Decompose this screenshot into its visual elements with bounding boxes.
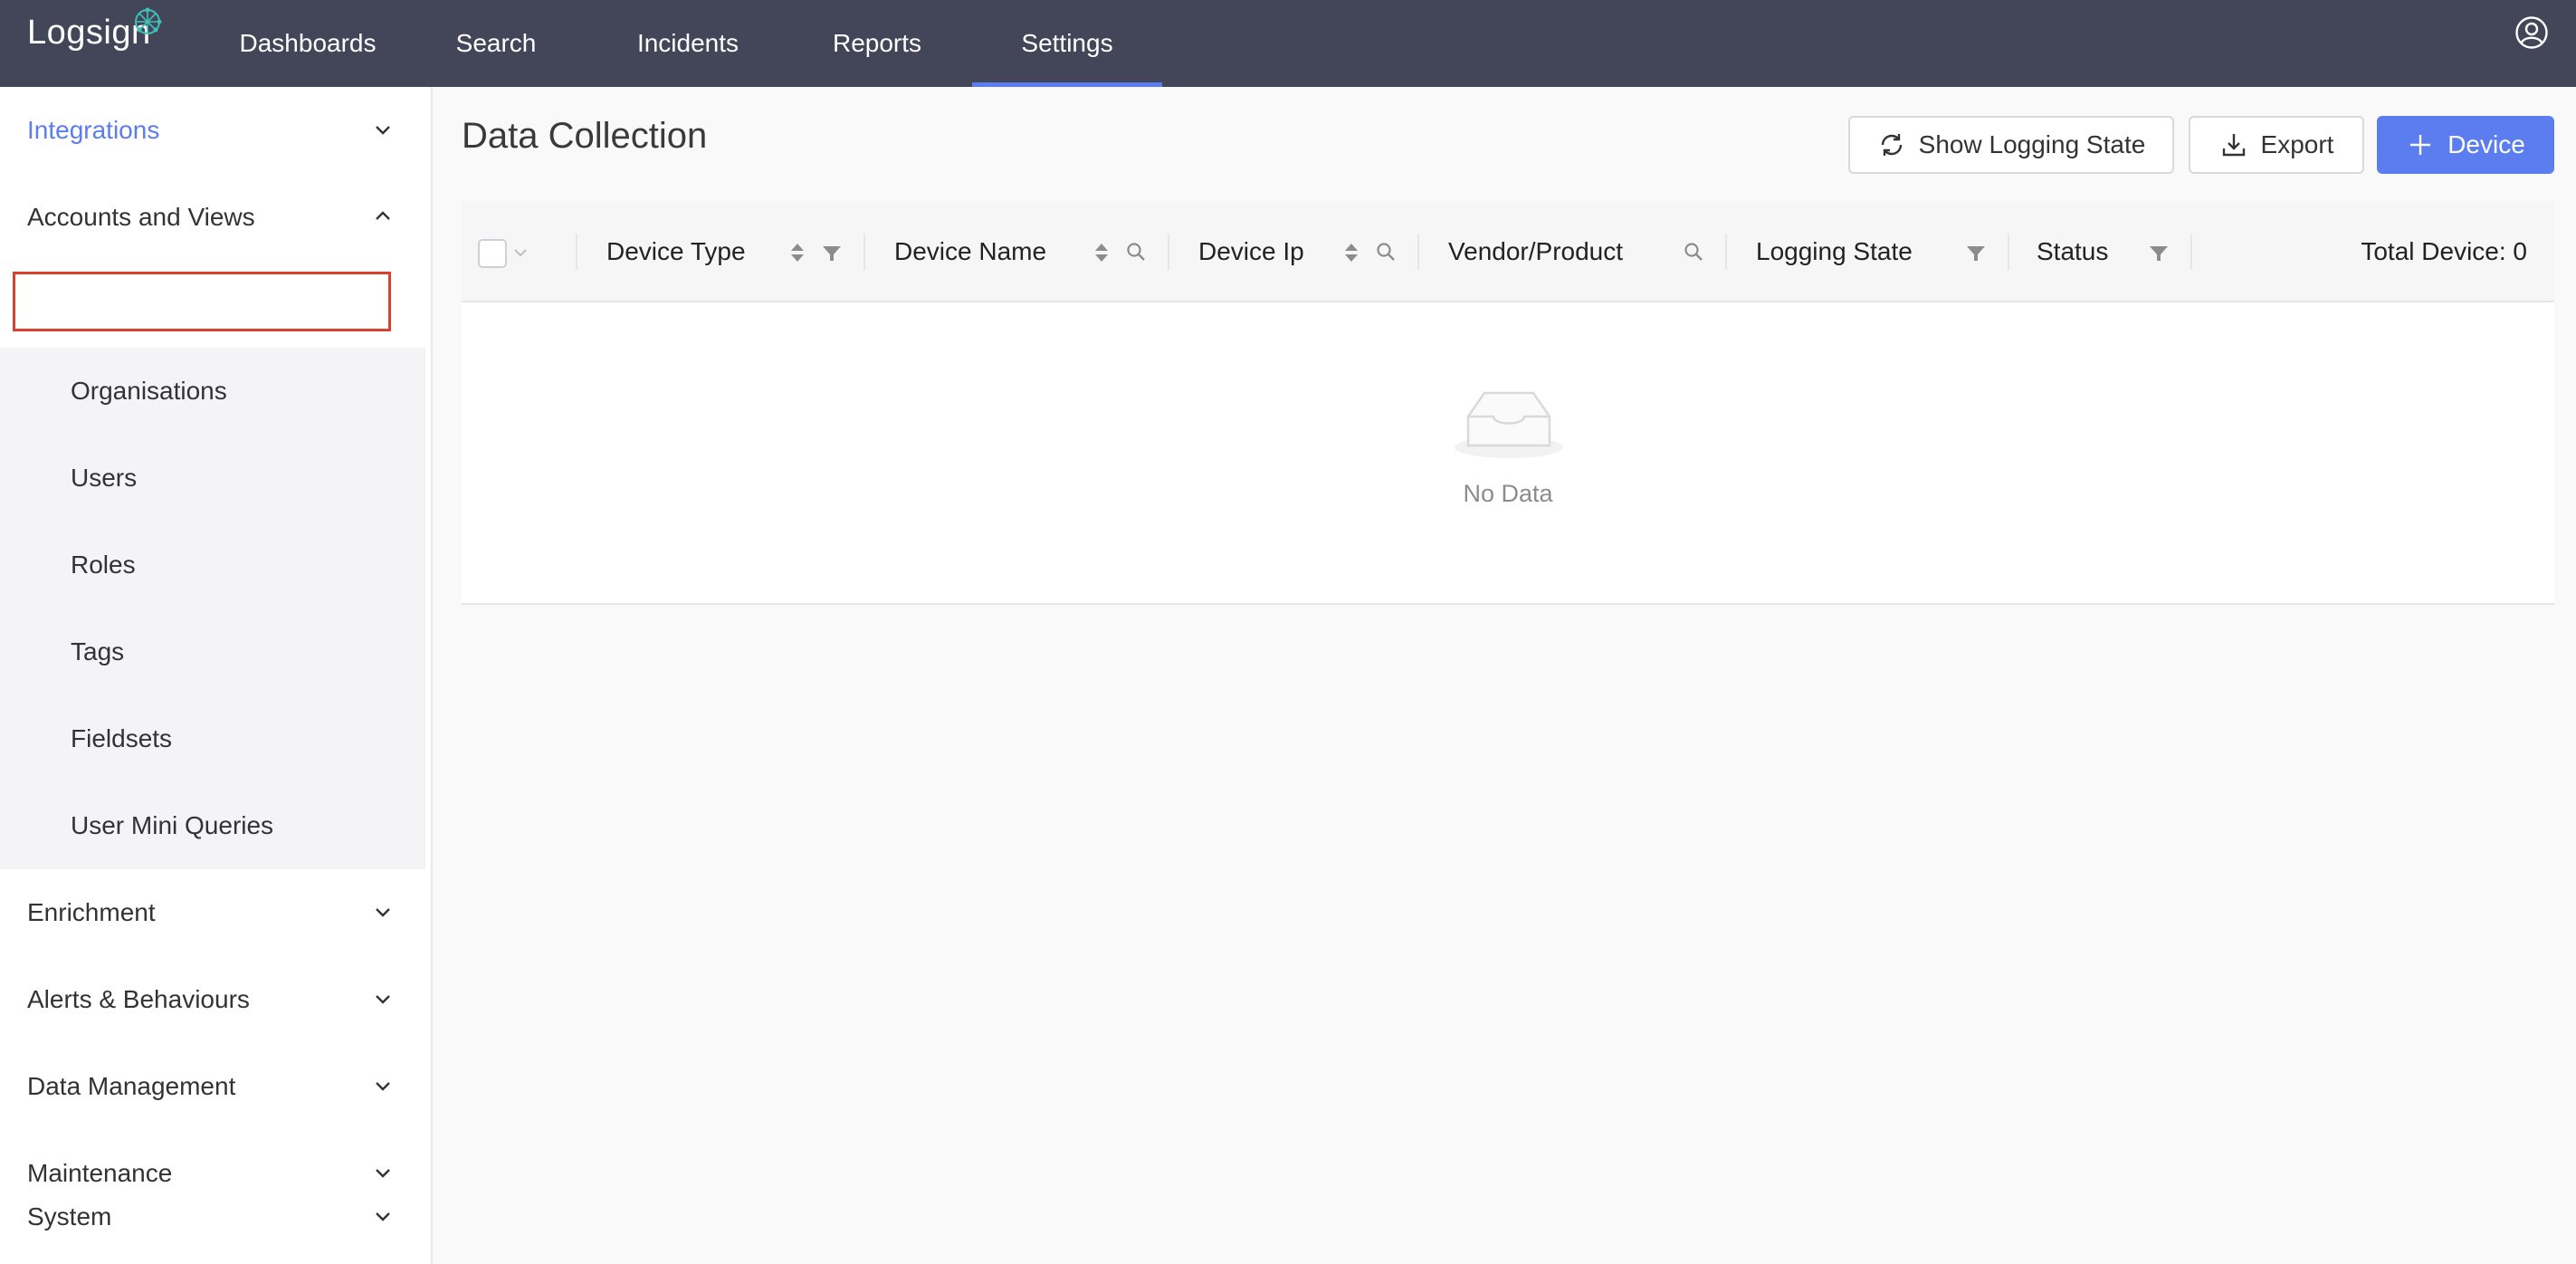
organisations-highlight-box [13, 272, 391, 331]
search-icon[interactable] [1124, 239, 1148, 266]
sidebar-section-label: Enrichment [27, 898, 156, 926]
column-header-logging-state[interactable]: Logging State [1756, 203, 1913, 301]
download-icon [2222, 134, 2245, 157]
no-data-message: No Data [1463, 480, 1553, 507]
search-icon[interactable] [1374, 239, 1398, 266]
column-separator [863, 234, 865, 270]
devices-table: Device Type Device Name Device Ip Vendor… [462, 203, 2554, 605]
column-separator [1168, 234, 1169, 270]
column-separator [2190, 234, 2192, 270]
sort-icon[interactable] [786, 239, 809, 266]
sidebar-section-label: Integrations [27, 116, 160, 144]
sidebar-section-label: Alerts & Behaviours [27, 985, 250, 1013]
table-bottom-border [462, 603, 2554, 605]
chevron-down-icon [376, 995, 390, 1004]
sort-icon[interactable] [1340, 239, 1363, 266]
sidebar-section-label: Accounts and Views [27, 203, 255, 231]
page-title: Data Collection [462, 116, 708, 156]
column-separator [576, 234, 577, 270]
chevron-down-icon [376, 1212, 390, 1221]
top-navigation-bar: Logsign Dashboards Search Incidents Repo… [0, 0, 2576, 87]
column-separator [1725, 234, 1727, 270]
select-all-checkbox[interactable] [478, 239, 507, 268]
sidebar-item-users[interactable]: Users [0, 435, 425, 522]
empty-inbox-icon [1455, 391, 1563, 458]
search-icon[interactable] [1682, 239, 1705, 266]
sidebar-section-data-management[interactable]: Data Management [0, 1043, 431, 1130]
filter-icon[interactable] [820, 239, 844, 266]
nav-dashboards[interactable]: Dashboards [226, 0, 389, 87]
nav-search[interactable]: Search [416, 0, 576, 87]
button-label: Export [2260, 130, 2334, 158]
sidebar-item-organisations[interactable]: Organisations [0, 348, 425, 435]
column-header-device-type[interactable]: Device Type [606, 203, 746, 301]
sidebar-section-alerts-behaviours[interactable]: Alerts & Behaviours [0, 956, 431, 1043]
sort-icon[interactable] [1090, 239, 1113, 266]
sidebar-item-fieldsets[interactable]: Fieldsets [0, 695, 425, 782]
sidebar-item-roles[interactable]: Roles [0, 522, 425, 608]
chevron-up-icon [376, 211, 390, 220]
column-header-device-ip[interactable]: Device Ip [1198, 203, 1304, 301]
column-separator [1417, 234, 1419, 270]
button-label: Device [2447, 130, 2525, 158]
sidebar-item-user-mini-queries[interactable]: User Mini Queries [0, 782, 425, 869]
nav-settings[interactable]: Settings [972, 0, 1162, 87]
accounts-and-views-submenu: Organisations Users Roles Tags Fieldsets… [0, 348, 425, 869]
sidebar-section-accounts-and-views[interactable]: Accounts and Views [0, 174, 431, 261]
refresh-icon [1881, 134, 1902, 156]
settings-sidebar: Integrations Accounts and Views Organisa… [0, 87, 433, 1264]
column-separator [2008, 234, 2009, 270]
show-logging-state-button[interactable]: Show Logging State [1848, 116, 2174, 174]
plus-icon [2410, 135, 2431, 155]
logo-network-icon [135, 7, 162, 34]
add-device-button[interactable]: Device [2377, 116, 2554, 174]
total-device-count: Total Device: 0 [2361, 237, 2527, 265]
sidebar-section-enrichment[interactable]: Enrichment [0, 869, 431, 956]
column-header-status[interactable]: Status [2037, 203, 2108, 301]
sidebar-section-label: Data Management [27, 1072, 236, 1100]
sidebar-section-system[interactable]: System [0, 1173, 431, 1260]
filter-icon[interactable] [1964, 239, 1988, 266]
sidebar-section-integrations[interactable]: Integrations [0, 87, 431, 174]
nav-reports[interactable]: Reports [797, 0, 958, 87]
sidebar-item-tags[interactable]: Tags [0, 608, 425, 695]
filter-icon[interactable] [2147, 239, 2171, 266]
table-header: Device Type Device Name Device Ip Vendor… [462, 203, 2554, 302]
nav-incidents[interactable]: Incidents [605, 0, 771, 87]
sidebar-section-label: System [27, 1202, 112, 1230]
chevron-down-icon [376, 1082, 390, 1091]
chevron-down-icon [376, 908, 390, 917]
column-header-vendor-product[interactable]: Vendor/Product [1448, 203, 1623, 301]
chevron-down-icon [376, 126, 390, 135]
user-account-icon[interactable] [2514, 15, 2549, 50]
chevron-down-icon[interactable] [512, 244, 529, 261]
export-button[interactable]: Export [2189, 116, 2364, 174]
column-header-device-name[interactable]: Device Name [894, 203, 1046, 301]
button-label: Show Logging State [1918, 130, 2146, 158]
